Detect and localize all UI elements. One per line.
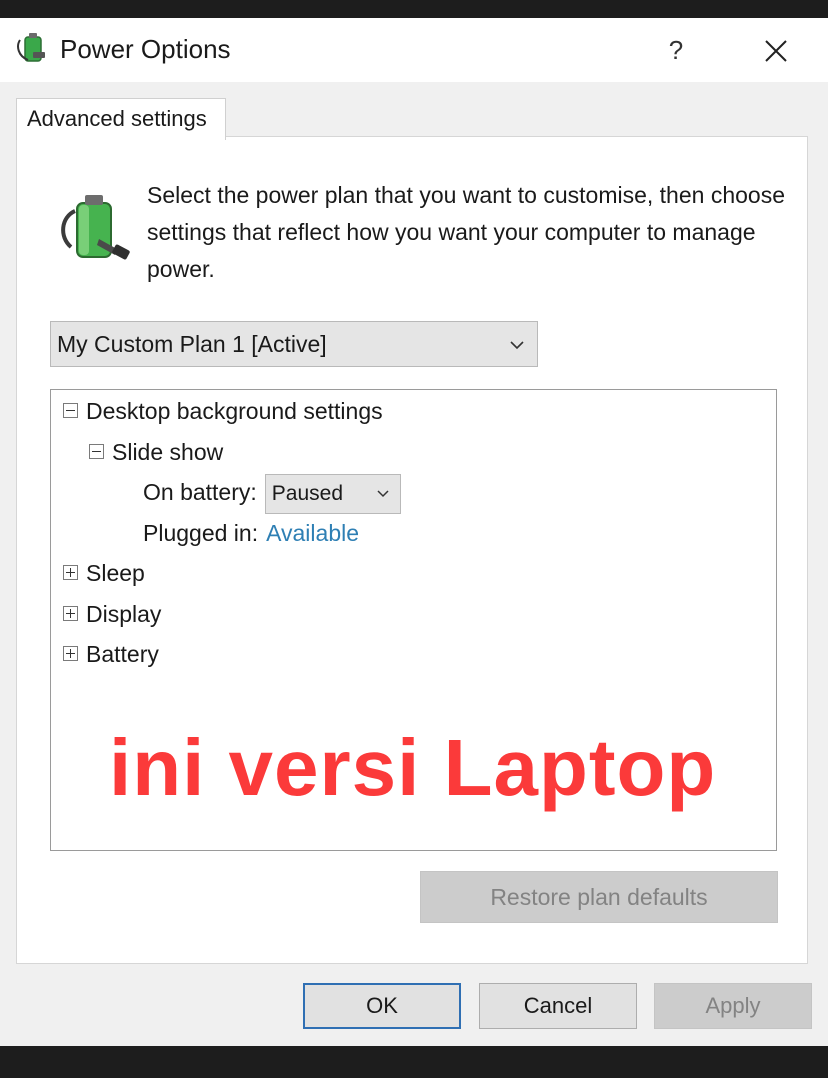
on-battery-select[interactable]: Paused — [264, 474, 401, 514]
chevron-down-icon — [376, 475, 390, 513]
plugged-in-label: Plugged in: — [143, 520, 259, 546]
tree-item-sleep[interactable]: Sleep — [63, 560, 145, 587]
settings-tree[interactable]: Desktop background settings Slide show O… — [50, 389, 777, 851]
chevron-down-icon — [509, 322, 525, 366]
on-battery-label: On battery: — [143, 479, 257, 506]
power-plan-value: My Custom Plan 1 [Active] — [57, 331, 327, 357]
title-bar: Power Options ? — [0, 18, 828, 82]
expand-icon[interactable] — [63, 646, 78, 662]
tree-item-label: Slide show — [112, 439, 224, 465]
power-options-dialog: Power Options ? Advanced settings Select… — [0, 18, 828, 1046]
advanced-settings-panel: Select the power plan that you want to c… — [16, 136, 808, 964]
tree-item-label: Desktop background settings — [86, 398, 383, 424]
help-button[interactable]: ? — [652, 28, 700, 72]
collapse-icon[interactable] — [63, 403, 78, 419]
window-title: Power Options — [60, 34, 231, 64]
tree-item-battery[interactable]: Battery — [63, 641, 159, 668]
apply-button[interactable]: Apply — [654, 983, 812, 1029]
overlay-annotation-text: ini versi Laptop — [109, 723, 717, 812]
expand-icon[interactable] — [63, 565, 78, 581]
close-icon — [765, 40, 787, 62]
tree-item-label: Battery — [86, 641, 159, 667]
battery-plug-icon — [61, 195, 130, 260]
restore-plan-defaults-button[interactable]: Restore plan defaults — [420, 871, 778, 923]
tab-advanced-settings[interactable]: Advanced settings — [16, 98, 226, 140]
tree-item-label: Sleep — [86, 560, 145, 586]
on-battery-value: Paused — [271, 482, 344, 505]
collapse-icon[interactable] — [89, 444, 104, 460]
expand-icon[interactable] — [63, 606, 78, 622]
close-button[interactable] — [750, 28, 802, 72]
tree-item-label: Display — [86, 601, 162, 627]
plugged-in-value-link[interactable]: Available — [266, 520, 359, 546]
tree-item-slide-show[interactable]: Slide show — [89, 439, 223, 466]
on-battery-row: On battery: Paused — [143, 474, 401, 514]
cancel-button[interactable]: Cancel — [479, 983, 637, 1029]
ok-button[interactable]: OK — [303, 983, 461, 1029]
plugged-in-row: Plugged in: Available — [143, 520, 359, 547]
power-plan-select[interactable]: My Custom Plan 1 [Active] — [50, 321, 538, 367]
plan-description: Select the power plan that you want to c… — [147, 182, 785, 282]
tree-item-desktop-background[interactable]: Desktop background settings — [63, 398, 383, 425]
power-options-icon — [17, 33, 45, 62]
tree-item-display[interactable]: Display — [63, 601, 161, 628]
